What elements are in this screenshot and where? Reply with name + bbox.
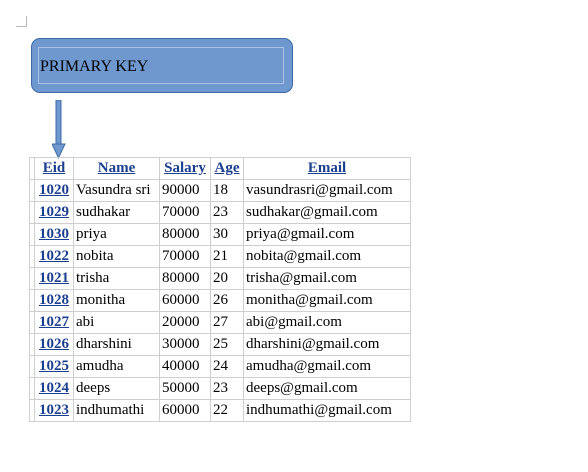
cell-age: 30 — [210, 223, 244, 246]
cell-name: trisha — [73, 267, 160, 290]
cell-eid: 1028 — [34, 289, 74, 312]
cell-email: monitha@gmail.com — [243, 289, 411, 312]
table-row: 1026 dharshini 30000 25 dharshini@gmail.… — [29, 333, 411, 356]
down-arrow-icon — [52, 100, 66, 160]
employee-table-container: Eid Name Salary Age Email 1020 Vasundra … — [29, 157, 411, 422]
header-age: Age — [210, 157, 244, 180]
table-row: 1024 deeps 50000 23 deeps@gmail.com — [29, 377, 411, 400]
table-header-row: Eid Name Salary Age Email — [29, 157, 411, 180]
cell-salary: 40000 — [159, 355, 211, 378]
cell-email: deeps@gmail.com — [243, 377, 411, 400]
cell-age: 23 — [210, 377, 244, 400]
cell-email: amudha@gmail.com — [243, 355, 411, 378]
cell-email: indhumathi@gmail.com — [243, 399, 411, 422]
cell-salary: 20000 — [159, 311, 211, 334]
cell-eid: 1025 — [34, 355, 74, 378]
page-corner-mark — [16, 16, 27, 27]
table-row: 1021 trisha 80000 20 trisha@gmail.com — [29, 267, 411, 290]
cell-email: dharshini@gmail.com — [243, 333, 411, 356]
callout-label: PRIMARY KEY — [40, 58, 149, 75]
cell-age: 26 — [210, 289, 244, 312]
cell-age: 27 — [210, 311, 244, 334]
cell-name: abi — [73, 311, 160, 334]
cell-eid: 1020 — [34, 179, 74, 202]
cell-eid: 1030 — [34, 223, 74, 246]
cell-eid: 1027 — [34, 311, 74, 334]
cell-email: abi@gmail.com — [243, 311, 411, 334]
header-name: Name — [73, 157, 160, 180]
cell-eid: 1023 — [34, 399, 74, 422]
header-email: Email — [243, 157, 411, 180]
cell-salary: 60000 — [159, 399, 211, 422]
table-row: 1029 sudhakar 70000 23 sudhakar@gmail.co… — [29, 201, 411, 224]
table-row: 1027 abi 20000 27 abi@gmail.com — [29, 311, 411, 334]
table-row: 1028 monitha 60000 26 monitha@gmail.com — [29, 289, 411, 312]
cell-eid: 1026 — [34, 333, 74, 356]
cell-age: 24 — [210, 355, 244, 378]
header-eid: Eid — [34, 157, 74, 180]
cell-age: 21 — [210, 245, 244, 268]
header-salary: Salary — [159, 157, 211, 180]
cell-salary: 70000 — [159, 201, 211, 224]
cell-email: sudhakar@gmail.com — [243, 201, 411, 224]
cell-email: nobita@gmail.com — [243, 245, 411, 268]
cell-eid: 1021 — [34, 267, 74, 290]
cell-eid: 1022 — [34, 245, 74, 268]
cell-age: 18 — [210, 179, 244, 202]
cell-email: trisha@gmail.com — [243, 267, 411, 290]
cell-salary: 90000 — [159, 179, 211, 202]
table-row: 1023 indhumathi 60000 22 indhumathi@gmai… — [29, 399, 411, 422]
cell-salary: 70000 — [159, 245, 211, 268]
cell-email: vasundrasri@gmail.com — [243, 179, 411, 202]
cell-name: deeps — [73, 377, 160, 400]
employee-table: Eid Name Salary Age Email 1020 Vasundra … — [29, 157, 411, 422]
cell-eid: 1029 — [34, 201, 74, 224]
cell-name: Vasundra sri — [73, 179, 160, 202]
cell-age: 23 — [210, 201, 244, 224]
cell-name: indhumathi — [73, 399, 160, 422]
cell-salary: 80000 — [159, 223, 211, 246]
cell-name: dharshini — [73, 333, 160, 356]
cell-salary: 30000 — [159, 333, 211, 356]
cell-salary: 80000 — [159, 267, 211, 290]
cell-name: amudha — [73, 355, 160, 378]
table-row: 1022 nobita 70000 21 nobita@gmail.com — [29, 245, 411, 268]
cell-salary: 50000 — [159, 377, 211, 400]
cell-name: nobita — [73, 245, 160, 268]
cell-name: sudhakar — [73, 201, 160, 224]
cell-eid: 1024 — [34, 377, 74, 400]
table-row: 1030 priya 80000 30 priya@gmail.com — [29, 223, 411, 246]
cell-name: monitha — [73, 289, 160, 312]
cell-age: 22 — [210, 399, 244, 422]
primary-key-callout: PRIMARY KEY — [31, 38, 293, 93]
cell-salary: 60000 — [159, 289, 211, 312]
table-row: 1025 amudha 40000 24 amudha@gmail.com — [29, 355, 411, 378]
table-row: 1020 Vasundra sri 90000 18 vasundrasri@g… — [29, 179, 411, 202]
cell-age: 20 — [210, 267, 244, 290]
cell-email: priya@gmail.com — [243, 223, 411, 246]
cell-name: priya — [73, 223, 160, 246]
cell-age: 25 — [210, 333, 244, 356]
